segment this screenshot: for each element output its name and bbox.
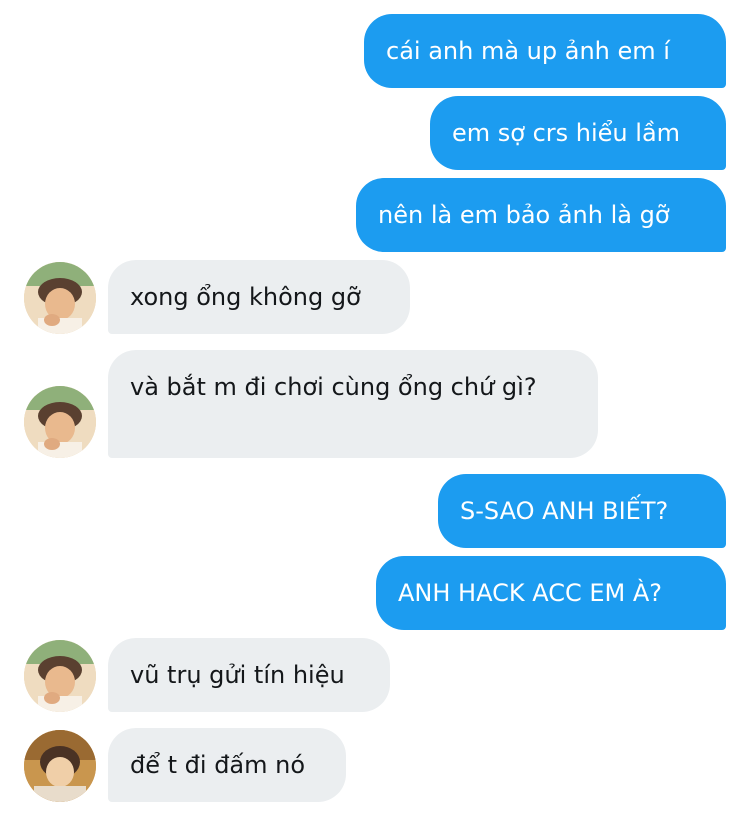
- user-avatar-2[interactable]: [24, 730, 96, 802]
- message-bubble-incoming[interactable]: xong ổng không gỡ: [108, 260, 410, 334]
- message-text: xong ổng không gỡ: [130, 283, 361, 311]
- message-bubble-incoming[interactable]: để t đi đấm nó: [108, 728, 346, 802]
- message-bubble-outgoing[interactable]: cái anh mà up ảnh em í: [364, 14, 726, 88]
- message-bubble-outgoing[interactable]: ANH HACK ACC EM À?: [376, 556, 726, 630]
- message-text: ANH HACK ACC EM À?: [398, 579, 663, 607]
- message-bubble-outgoing[interactable]: em sợ crs hiểu lầm: [430, 96, 726, 170]
- user-avatar[interactable]: [24, 262, 96, 334]
- message-bubble-outgoing[interactable]: nên là em bảo ảnh là gỡ: [356, 178, 726, 252]
- message-text: cái anh mà up ảnh em í: [386, 37, 670, 65]
- message-text: để t đi đấm nó: [130, 751, 306, 779]
- message-text: S-SAO ANH BIẾT?: [460, 497, 669, 525]
- message-bubble-incoming[interactable]: và bắt m đi chơi cùng ổng chứ gì?: [108, 350, 598, 458]
- message-bubble-outgoing[interactable]: S-SAO ANH BIẾT?: [438, 474, 726, 548]
- message-text: nên là em bảo ảnh là gỡ: [378, 201, 670, 229]
- user-avatar[interactable]: [24, 640, 96, 712]
- message-text: vũ trụ gửi tín hiệu: [130, 661, 345, 689]
- message-text: em sợ crs hiểu lầm: [452, 119, 681, 147]
- message-text: và bắt m đi chơi cùng ổng chứ gì?: [130, 373, 537, 401]
- user-avatar[interactable]: [24, 386, 96, 458]
- message-bubble-incoming[interactable]: vũ trụ gửi tín hiệu: [108, 638, 390, 712]
